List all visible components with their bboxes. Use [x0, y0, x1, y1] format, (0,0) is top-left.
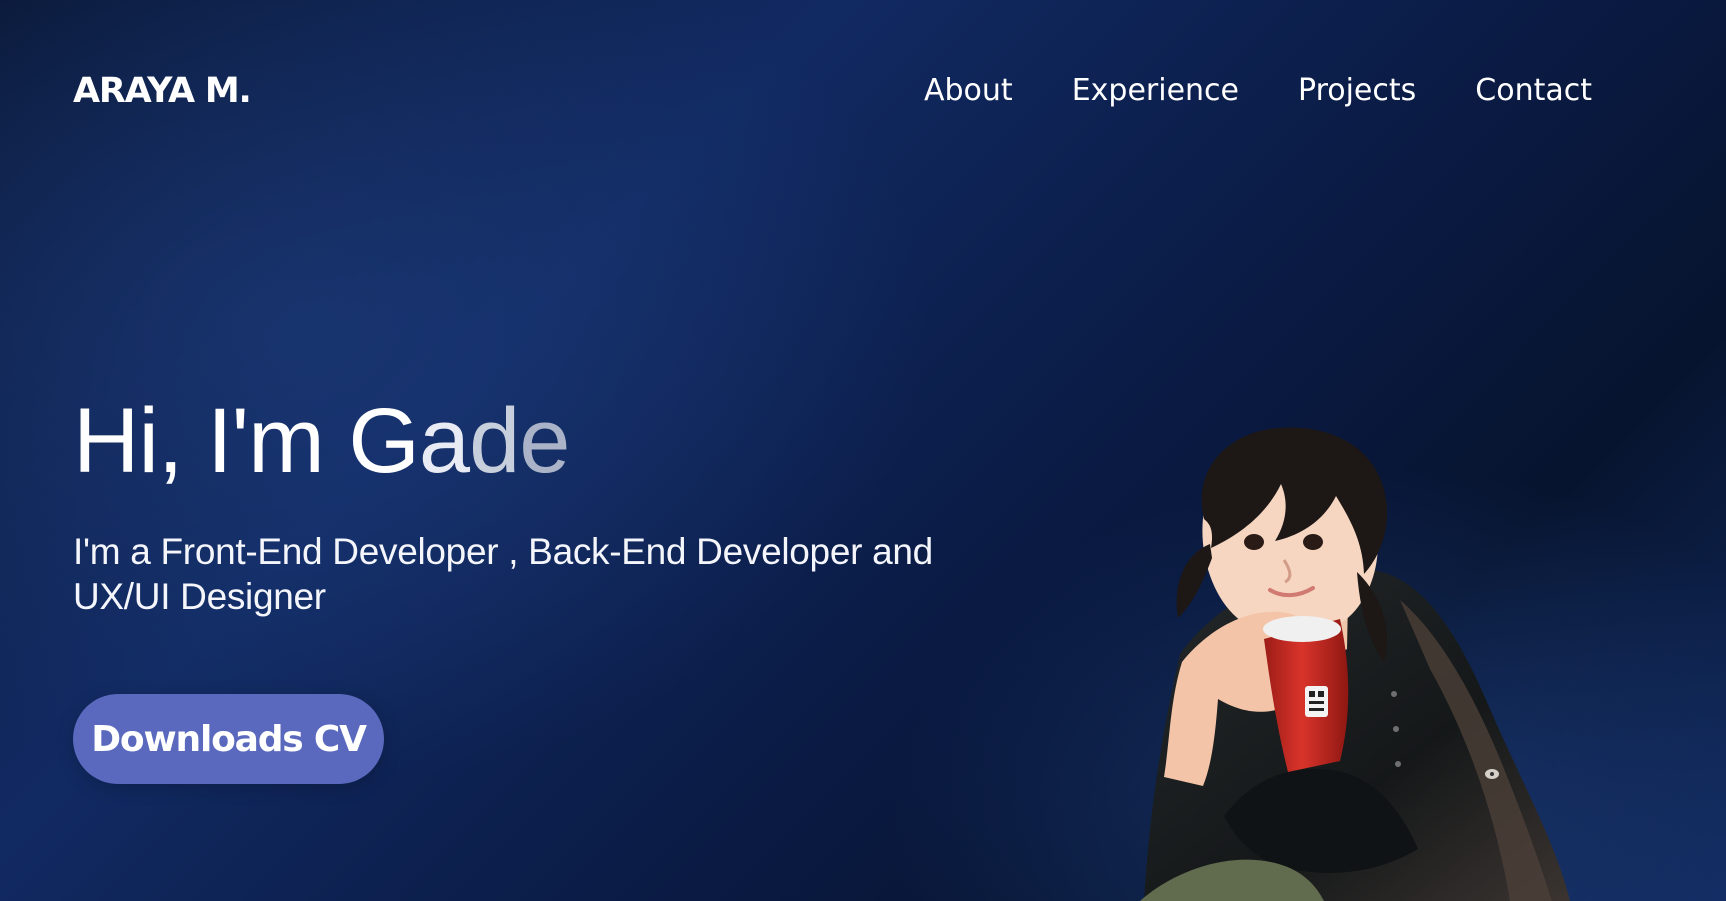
- nav-projects-link[interactable]: Projects: [1298, 72, 1416, 110]
- character-illustration: [1140, 427, 1570, 901]
- hero-subtitle: I'm a Front-End Developer , Back-End Dev…: [73, 531, 933, 617]
- hero-heading-letter-d: d: [469, 390, 520, 492]
- main-navigation: About Experience Projects Contact: [924, 72, 1592, 110]
- download-cv-button[interactable]: Downloads CV: [73, 694, 384, 784]
- hero-section: Hi, I'm Gade I'm a Front-End Developer ,…: [73, 383, 973, 656]
- nav-about-link[interactable]: About: [924, 72, 1013, 110]
- site-logo[interactable]: ARAYA M.: [73, 67, 252, 115]
- portfolio-page: ARAYA M. About Experience Projects Conta…: [0, 0, 1726, 901]
- nav-contact-link[interactable]: Contact: [1475, 72, 1592, 110]
- nav-experience-link[interactable]: Experience: [1072, 72, 1239, 110]
- site-header: ARAYA M. About Experience Projects Conta…: [0, 0, 1726, 180]
- hero-heading: Hi, I'm Gade: [73, 383, 973, 499]
- hero-heading-text: Hi, I'm G: [73, 390, 420, 492]
- hero-heading-letter-a: a: [418, 390, 470, 492]
- hero-heading-letter-e: e: [519, 390, 570, 492]
